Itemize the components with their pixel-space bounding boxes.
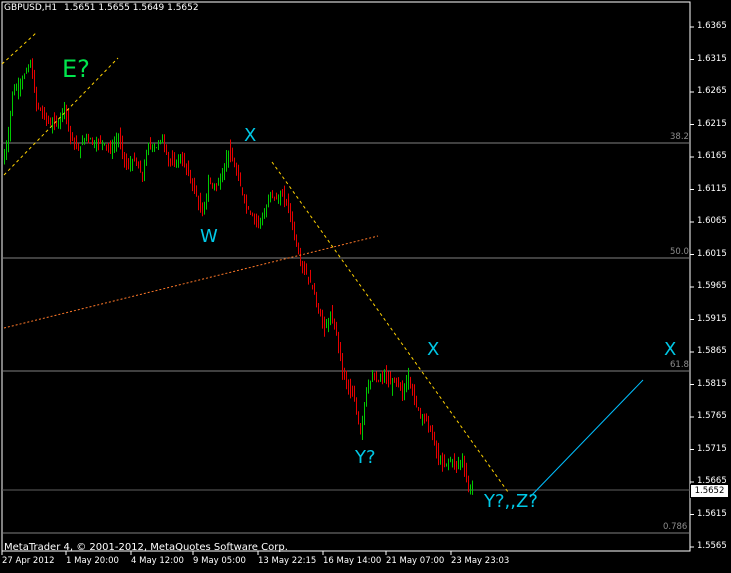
wave-label-yz: Y?,,Z? <box>484 491 538 512</box>
price-tick-label: 1.5615 <box>697 508 727 519</box>
symbol-period: GBPUSD,H1 <box>4 3 58 13</box>
wave-label-x3: X <box>664 339 677 360</box>
price-tick-label: 1.5565 <box>697 541 727 551</box>
fib-level-label: 61.8 <box>670 360 689 370</box>
fib-level-label: 38.2 <box>670 132 689 142</box>
trendline-channel-upper <box>1 32 37 65</box>
price-chart[interactable] <box>0 0 731 573</box>
ohlc-values: 1.5651 1.5655 1.5649 1.5652 <box>64 3 199 13</box>
time-tick-label: 16 May 14:00 <box>323 556 382 566</box>
price-tick-label: 1.6265 <box>697 86 727 96</box>
fib-level-label: 50.0 <box>670 247 689 257</box>
candlestick-series <box>4 58 473 495</box>
time-tick-label: 21 May 07:00 <box>386 556 445 566</box>
price-tick-label: 1.6365 <box>697 21 727 31</box>
price-tick-label: 1.6315 <box>697 53 727 64</box>
wave-label-w: W <box>200 226 218 247</box>
price-tick-label: 1.5865 <box>697 346 727 356</box>
trendline-orange <box>3 235 379 329</box>
price-tick-label: 1.6165 <box>697 151 727 161</box>
fib-level-label: 0.786 <box>663 522 688 532</box>
time-tick-label: 1 May 20:00 <box>66 556 119 566</box>
price-tick-label: 1.5965 <box>697 281 727 291</box>
wave-label-x2: X <box>427 339 440 360</box>
price-tick-label: 1.5715 <box>697 443 727 454</box>
wave-label-x1: X <box>244 125 257 146</box>
chart-window[interactable]: GBPUSD,H1 1.5651 1.5655 1.5649 1.5652 1.… <box>0 0 731 573</box>
wave-label-y: Y? <box>355 447 376 468</box>
price-tick-label: 1.6065 <box>697 216 727 226</box>
chart-header: GBPUSD,H1 1.5651 1.5655 1.5649 1.5652 <box>4 3 199 13</box>
wave-label-e: E? <box>62 55 90 83</box>
price-tick-label: 1.5915 <box>697 313 727 324</box>
plot-frame <box>1 1 691 552</box>
price-tick-label: 1.6215 <box>697 118 727 129</box>
price-tick-label: 1.5815 <box>697 378 727 389</box>
copyright-text: MetaTrader 4, © 2001-2012, MetaQuotes So… <box>4 542 288 553</box>
time-tick-label: 9 May 05:00 <box>193 556 246 566</box>
trendline-descending <box>271 161 509 493</box>
time-tick-label: 23 May 23:03 <box>451 556 510 566</box>
time-tick-label: 4 May 12:00 <box>131 556 184 566</box>
projection-line <box>529 379 644 498</box>
price-tick-label: 1.5765 <box>697 411 727 421</box>
time-tick-label: 13 May 22:15 <box>258 556 317 566</box>
time-tick-label: 27 Apr 2012 <box>2 556 55 566</box>
current-price-label: 1.5652 <box>690 484 729 498</box>
price-tick-label: 1.6115 <box>697 183 727 194</box>
price-tick-label: 1.6015 <box>697 248 727 259</box>
